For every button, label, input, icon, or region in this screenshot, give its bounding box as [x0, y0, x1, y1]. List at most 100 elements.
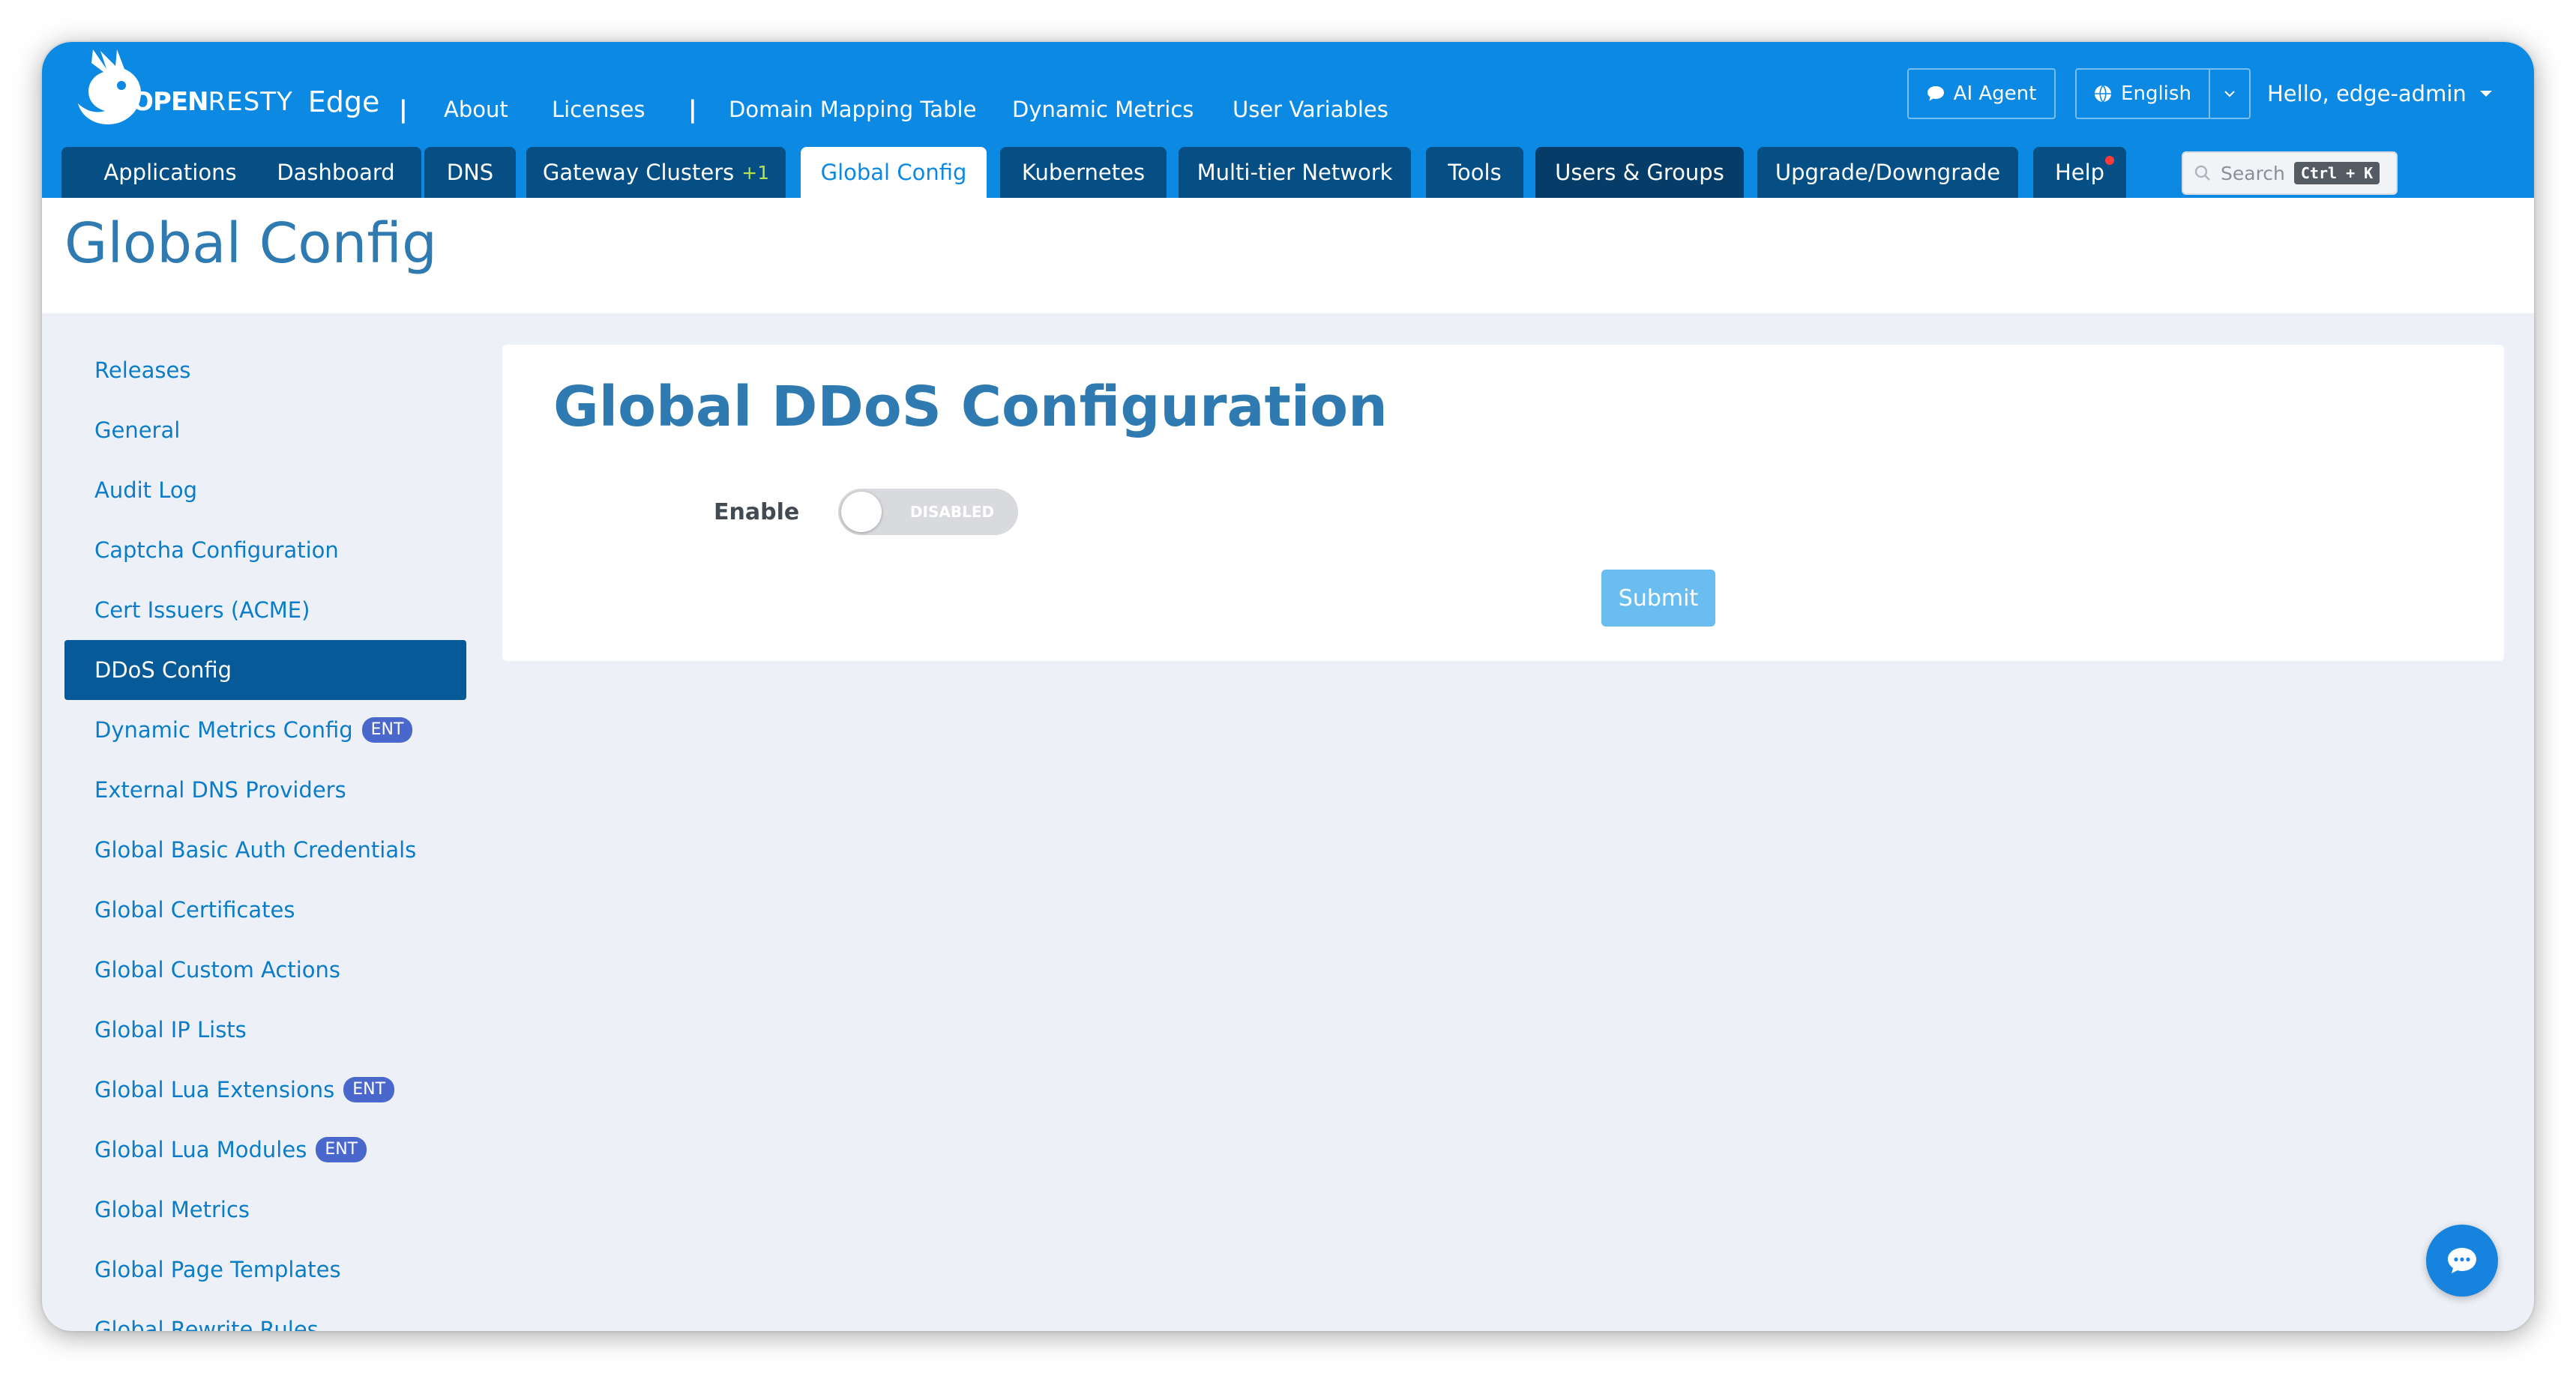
search-icon — [2194, 165, 2210, 181]
user-greeting: Hello, edge-admin — [2267, 81, 2467, 106]
brand-edge: Edge — [307, 85, 380, 118]
tab-gateway-clusters[interactable]: Gateway Clusters +1 — [526, 147, 786, 198]
enterprise-badge: ENT — [343, 1077, 395, 1102]
chat-icon — [2448, 1248, 2476, 1273]
sidebar-item-global-ip-lists[interactable]: Global IP Lists — [64, 1000, 466, 1060]
app-window: OPEN RESTY Edge | About Licenses | Domai… — [42, 42, 2534, 1331]
global-search[interactable]: Search Ctrl + K — [2182, 151, 2398, 195]
sidebar-item-label: Captcha Configuration — [94, 537, 339, 563]
sidebar-item-label: General — [94, 417, 181, 443]
sidebar-item-label: Global Certificates — [94, 897, 295, 923]
sidebar-item-global-custom-actions[interactable]: Global Custom Actions — [64, 940, 466, 1000]
nav-licenses-link[interactable]: Licenses — [552, 94, 645, 124]
tab-label: Tools — [1448, 160, 1502, 185]
nav-separator: | — [399, 95, 408, 124]
tab-global-config[interactable]: Global Config — [801, 147, 987, 198]
page-title-bar: Global Config — [42, 198, 2534, 313]
ai-agent-button[interactable]: AI Agent — [1907, 68, 2056, 119]
nav-user-variables-link[interactable]: User Variables — [1233, 94, 1388, 124]
tab-label: Kubernetes — [1021, 160, 1146, 185]
ddos-config-panel: Global DDoS Configuration Enable DISABLE… — [502, 345, 2504, 661]
gateway-clusters-count: +1 — [741, 161, 770, 184]
tab-label: DNS — [446, 160, 494, 185]
sidebar-item-global-certificates[interactable]: Global Certificates — [64, 880, 466, 940]
sidebar-item-captcha-configuration[interactable]: Captcha Configuration — [64, 520, 466, 580]
tab-label: Help — [2054, 160, 2105, 185]
tab-users-groups[interactable]: Users & Groups — [1535, 147, 1744, 198]
toggle-knob — [841, 492, 882, 532]
tab-label: Applications — [103, 160, 237, 185]
sidebar: Releases General Audit Log Captcha Confi… — [64, 340, 466, 1331]
sidebar-item-label: Global Page Templates — [94, 1257, 341, 1282]
sidebar-item-label: Global Metrics — [94, 1197, 250, 1222]
sidebar-item-global-rewrite-rules[interactable]: Global Rewrite Rules — [64, 1300, 466, 1331]
sidebar-item-label: Dynamic Metrics Config — [94, 717, 353, 743]
nav-about-link[interactable]: About — [444, 94, 508, 124]
sidebar-item-global-lua-modules[interactable]: Global Lua Modules ENT — [64, 1120, 466, 1180]
submit-button[interactable]: Submit — [1601, 570, 1715, 627]
panel-title: Global DDoS Configuration — [553, 375, 1388, 439]
tab-help[interactable]: Help — [2033, 147, 2126, 198]
brand-resty: RESTY — [208, 87, 293, 117]
sidebar-item-label: Cert Issuers (ACME) — [94, 597, 310, 623]
tab-label: Gateway Clusters — [542, 160, 735, 185]
sidebar-item-label: Global Custom Actions — [94, 957, 340, 983]
sidebar-item-ddos-config[interactable]: DDoS Config — [64, 640, 466, 700]
tab-tools[interactable]: Tools — [1426, 147, 1523, 198]
globe-icon — [2095, 85, 2112, 103]
notification-dot — [2105, 156, 2114, 165]
sidebar-item-label: Global Rewrite Rules — [94, 1317, 319, 1331]
toggle-state-text: DISABLED — [909, 503, 995, 521]
main-tabs: Applications Dashboard DNS Gateway Clust… — [42, 147, 2534, 198]
sidebar-item-label: Global Lua Extensions — [94, 1077, 335, 1102]
sidebar-item-global-basic-auth[interactable]: Global Basic Auth Credentials — [64, 820, 466, 880]
tab-dns[interactable]: DNS — [424, 147, 516, 198]
top-header: OPEN RESTY Edge | About Licenses | Domai… — [42, 42, 2534, 198]
language-button[interactable]: English — [2077, 70, 2209, 118]
enterprise-badge: ENT — [316, 1137, 367, 1162]
enterprise-badge: ENT — [361, 717, 413, 743]
page-title: Global Config — [64, 211, 438, 276]
language-label: English — [2121, 82, 2191, 105]
sidebar-item-label: Global IP Lists — [94, 1017, 247, 1042]
search-shortcut: Ctrl + K — [2293, 162, 2380, 184]
chat-bubble-icon — [1927, 86, 1944, 101]
nav-dynamic-metrics-link[interactable]: Dynamic Metrics — [1012, 94, 1194, 124]
tab-dashboard[interactable]: Dashboard — [250, 147, 421, 198]
nav-domain-mapping-link[interactable]: Domain Mapping Table — [729, 94, 976, 124]
sidebar-item-global-lua-extensions[interactable]: Global Lua Extensions ENT — [64, 1060, 466, 1120]
brand-open: OPEN — [132, 87, 209, 117]
sidebar-item-audit-log[interactable]: Audit Log — [64, 460, 466, 520]
sidebar-item-label: Global Basic Auth Credentials — [94, 837, 417, 863]
user-menu[interactable]: Hello, edge-admin — [2267, 75, 2492, 112]
sidebar-item-label: Audit Log — [94, 477, 198, 503]
tab-applications[interactable]: Applications — [61, 147, 279, 198]
sidebar-item-global-metrics[interactable]: Global Metrics — [64, 1180, 466, 1240]
language-dropdown-toggle[interactable] — [2210, 70, 2249, 118]
sidebar-item-releases[interactable]: Releases — [64, 340, 466, 400]
nav-separator: | — [688, 95, 697, 124]
tab-label: Global Config — [820, 160, 967, 185]
ai-agent-label: AI Agent — [1953, 82, 2037, 105]
sidebar-item-dynamic-metrics-config[interactable]: Dynamic Metrics Config ENT — [64, 700, 466, 760]
search-placeholder: Search — [2221, 162, 2285, 184]
tab-label: Upgrade/Downgrade — [1775, 160, 2001, 185]
chat-fab-button[interactable] — [2426, 1225, 2498, 1297]
sidebar-item-external-dns-providers[interactable]: External DNS Providers — [64, 760, 466, 820]
sidebar-item-label: External DNS Providers — [94, 777, 346, 803]
sidebar-item-general[interactable]: General — [64, 400, 466, 460]
tab-label: Dashboard — [277, 160, 395, 185]
chevron-down-icon — [2224, 91, 2235, 97]
sidebar-item-global-page-templates[interactable]: Global Page Templates — [64, 1240, 466, 1300]
enable-toggle[interactable]: DISABLED — [838, 489, 1018, 535]
tab-multi-tier-network[interactable]: Multi-tier Network — [1179, 147, 1411, 198]
caret-down-icon — [2479, 91, 2492, 97]
tab-upgrade-downgrade[interactable]: Upgrade/Downgrade — [1757, 147, 2018, 198]
tab-kubernetes[interactable]: Kubernetes — [1000, 147, 1167, 198]
language-selector[interactable]: English — [2075, 68, 2251, 119]
sidebar-item-label: Releases — [94, 357, 191, 383]
sidebar-item-label: DDoS Config — [94, 657, 232, 683]
brand-name[interactable]: OPEN RESTY Edge — [132, 79, 379, 124]
tab-label: Users & Groups — [1555, 160, 1724, 185]
sidebar-item-cert-issuers[interactable]: Cert Issuers (ACME) — [64, 580, 466, 640]
